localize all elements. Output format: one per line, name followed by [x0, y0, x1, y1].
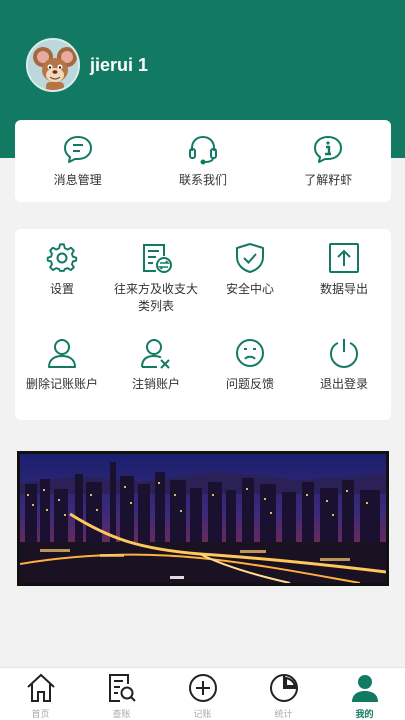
security-center-label: 安全中心: [225, 282, 274, 296]
data-export-button[interactable]: 数据导出: [297, 242, 391, 337]
nav-stats[interactable]: 统计: [243, 668, 324, 720]
nav-query[interactable]: 查账: [81, 668, 162, 720]
logout-button[interactable]: 退出登录: [297, 337, 391, 422]
nav-home[interactable]: 首页: [0, 668, 81, 720]
category-list-label: 往来方及收支大类列表: [113, 282, 198, 313]
document-exchange-icon: [140, 242, 172, 274]
contact-us-label: 联系我们: [178, 173, 227, 187]
top-menu-card: 消息管理 联系我们 了解籽虾: [15, 120, 391, 202]
data-export-label: 数据导出: [319, 282, 368, 296]
city-night-image: [20, 454, 386, 583]
nav-mine[interactable]: 我的: [324, 668, 405, 720]
nav-mine-label: 我的: [355, 710, 374, 720]
home-icon: [25, 672, 57, 704]
message-management-button[interactable]: 消息管理: [15, 120, 140, 202]
username: jierui 1: [90, 54, 149, 75]
message-icon: [62, 133, 94, 165]
power-icon: [328, 337, 360, 369]
info-icon: [312, 133, 344, 165]
nav-stats-label: 统计: [274, 710, 293, 720]
profile-icon: [349, 672, 381, 704]
delete-account-book-button[interactable]: 删除记账账户: [15, 337, 109, 422]
banner-image[interactable]: [17, 451, 389, 586]
upload-icon: [328, 242, 360, 274]
avatar[interactable]: [26, 38, 80, 92]
message-management-label: 消息管理: [53, 173, 102, 187]
headset-icon: [187, 133, 219, 165]
grid-menu-card: 设置 往来方及收支大类列表 安全中心 数据导出 删除记账账户 注销账户 问题反馈…: [15, 229, 391, 420]
security-center-button[interactable]: 安全中心: [203, 242, 297, 337]
cancel-account-label: 注销账户: [131, 377, 180, 391]
user-icon: [46, 337, 78, 369]
category-list-button[interactable]: 往来方及收支大类列表: [109, 242, 203, 337]
profile-section[interactable]: jierui 1: [26, 38, 148, 92]
nav-query-label: 查账: [112, 710, 131, 720]
logout-label: 退出登录: [319, 377, 368, 391]
nav-record-label: 记账: [193, 710, 212, 720]
settings-button[interactable]: 设置: [15, 242, 109, 337]
delete-account-book-label: 删除记账账户: [25, 377, 98, 391]
contact-us-button[interactable]: 联系我们: [140, 120, 265, 202]
settings-label: 设置: [49, 282, 74, 296]
gear-icon: [46, 242, 78, 274]
about-button[interactable]: 了解籽虾: [266, 120, 391, 202]
nav-home-label: 首页: [31, 710, 50, 720]
about-label: 了解籽虾: [304, 173, 353, 187]
bottom-nav: 首页 查账 记账 统计 我的: [0, 667, 405, 720]
cancel-account-button[interactable]: 注销账户: [109, 337, 203, 422]
feedback-button[interactable]: 问题反馈: [203, 337, 297, 422]
mouse-avatar-icon: [28, 40, 78, 90]
pie-chart-icon: [268, 672, 300, 704]
feedback-label: 问题反馈: [225, 377, 274, 391]
plus-circle-icon: [187, 672, 219, 704]
nav-record[interactable]: 记账: [162, 668, 243, 720]
search-document-icon: [106, 672, 138, 704]
user-remove-icon: [140, 337, 172, 369]
sad-face-icon: [234, 337, 266, 369]
shield-check-icon: [234, 242, 266, 274]
